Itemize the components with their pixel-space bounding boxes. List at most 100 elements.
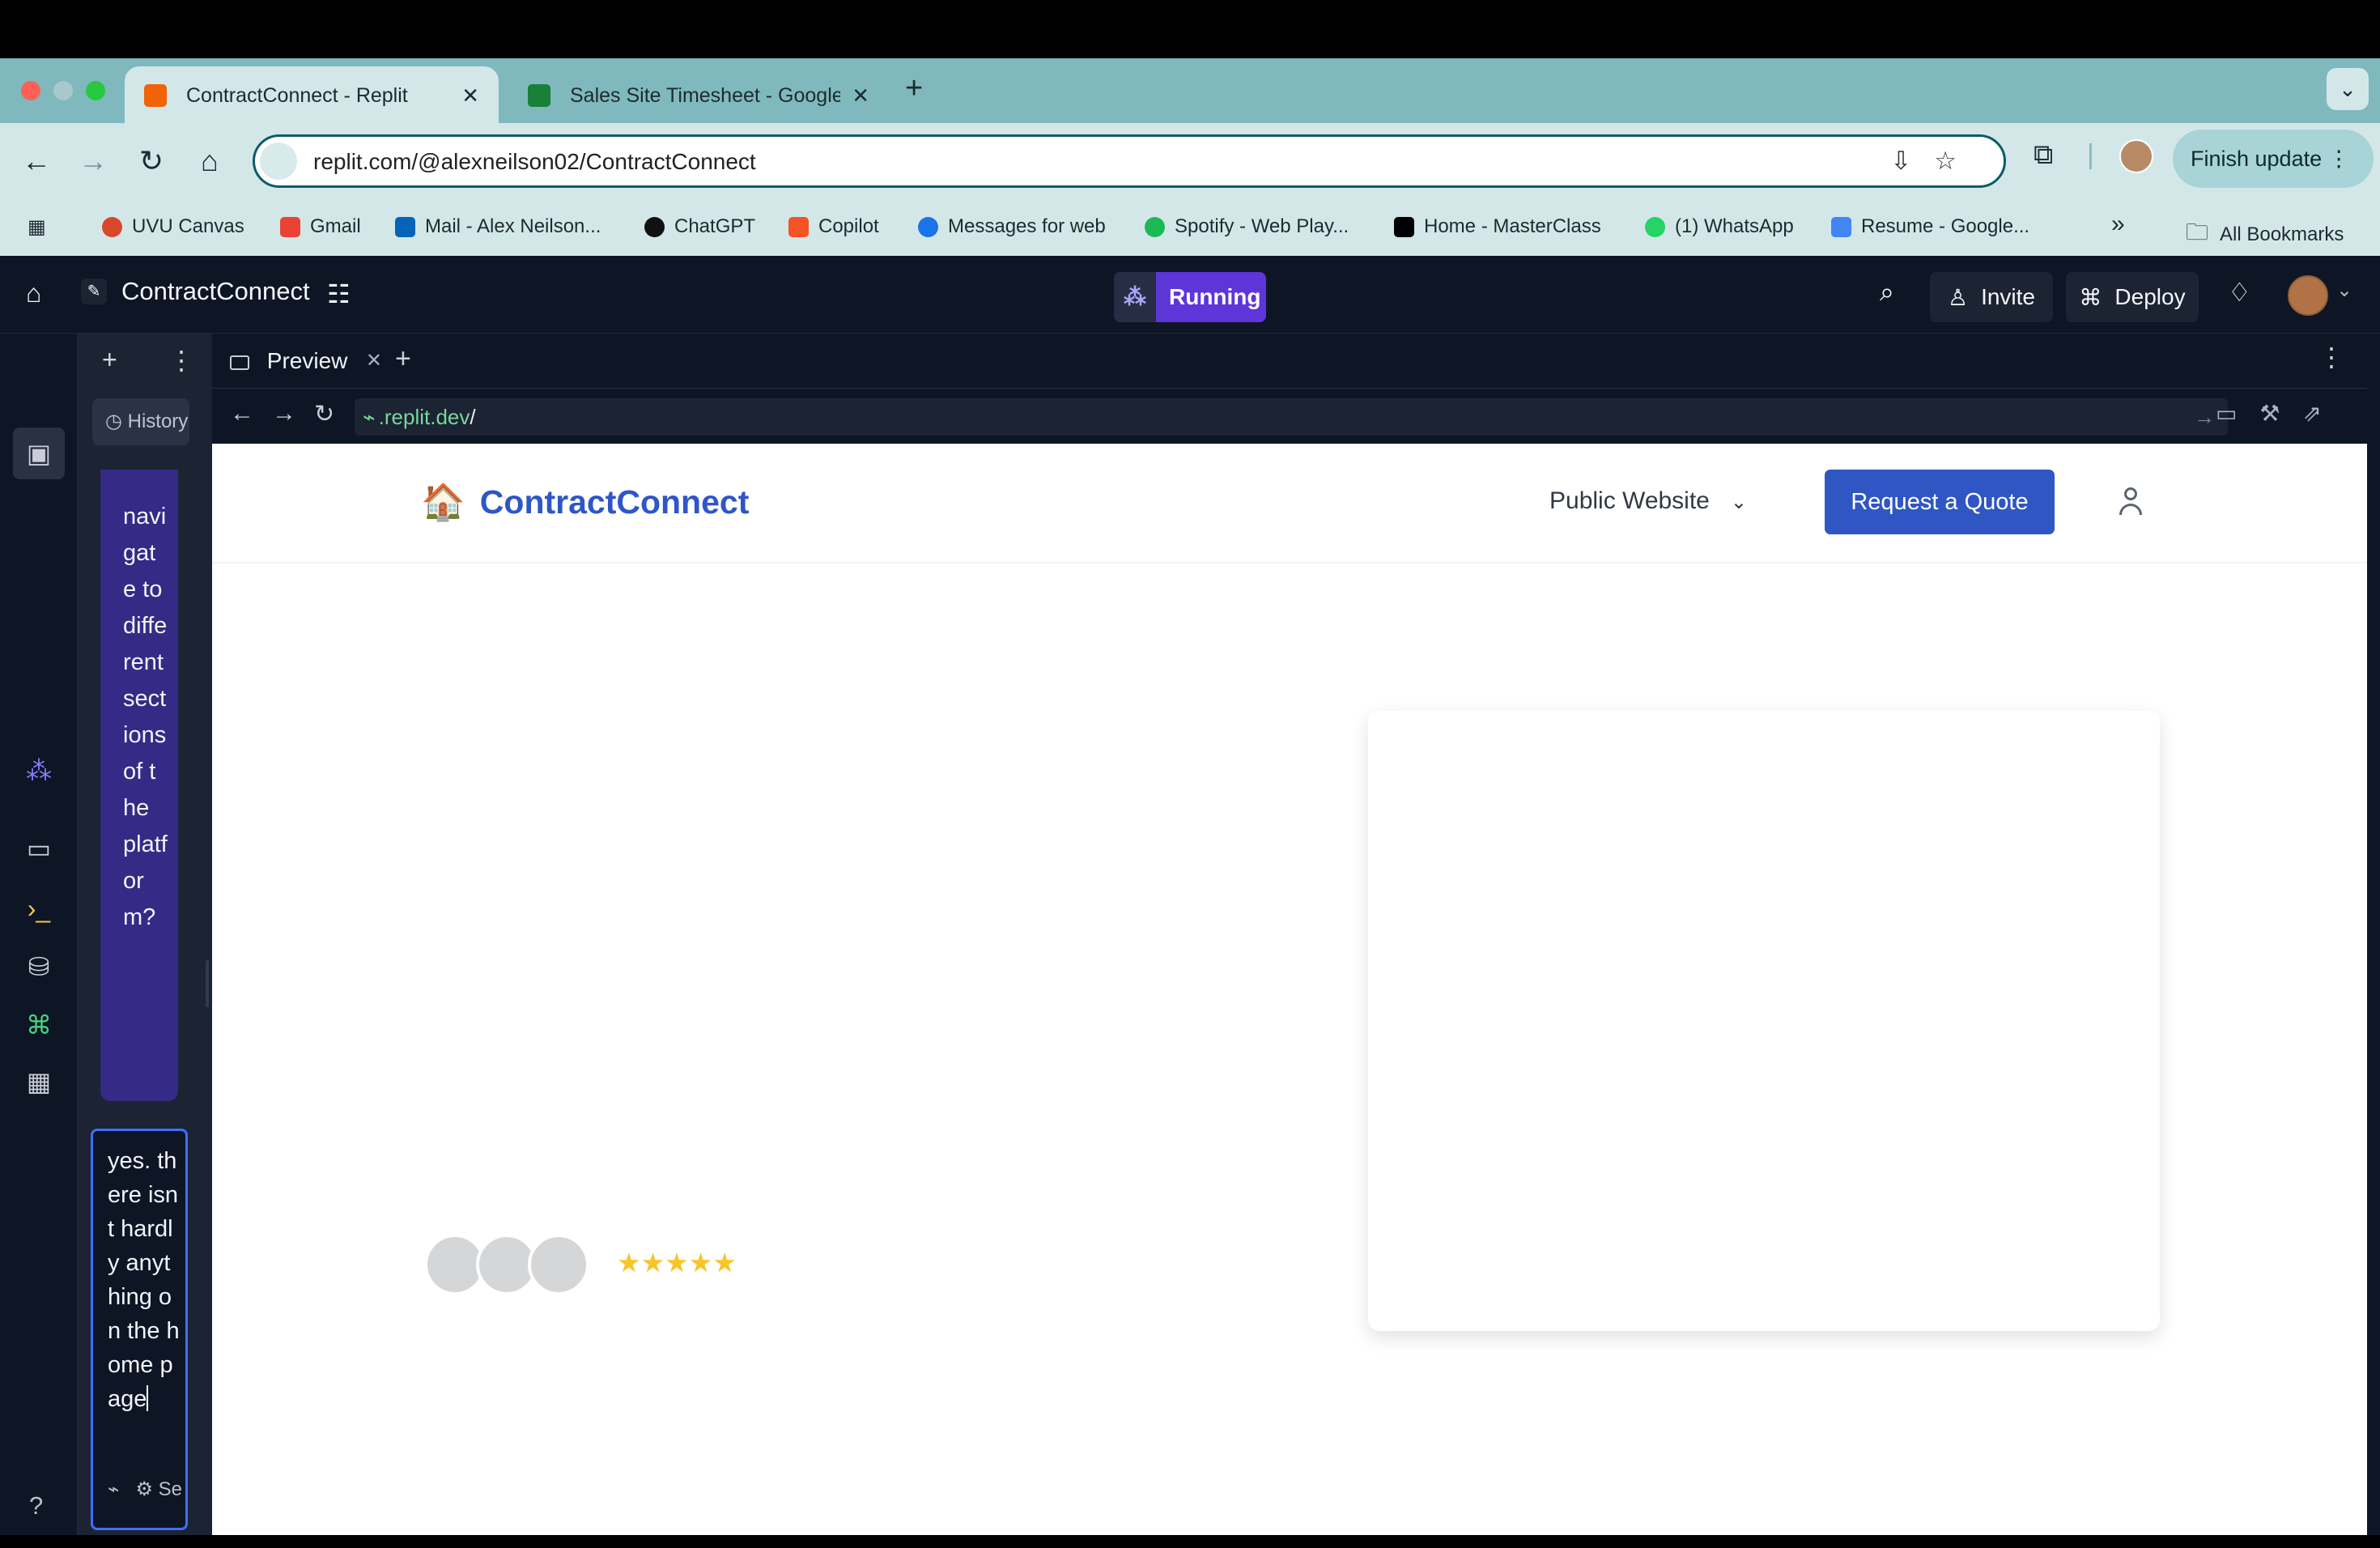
settings-icon[interactable]: ⚙ [135,1478,153,1500]
bookmark-chatgpt[interactable]: ChatGPT [644,215,755,238]
home-icon[interactable]: ⌂ [189,141,230,181]
user-account-icon[interactable] [2116,487,2145,517]
new-chat-icon[interactable]: + [102,345,117,375]
address-bar-url[interactable]: replit.com/@alexneilson02/ContractConnec… [313,149,756,175]
more-bookmarks-icon[interactable]: » [2111,211,2125,238]
chevron-down-icon[interactable]: ⌄ [2336,279,2352,302]
browser-profile-avatar[interactable] [2119,139,2153,173]
finish-update-button[interactable]: Finish update ⋮ [2173,130,2374,188]
close-window-button[interactable] [21,81,40,100]
add-tab-icon[interactable]: + [395,343,411,375]
settings-label[interactable]: Se [159,1478,182,1500]
chat-tools: ⌁ ⚙ Se [108,1478,182,1501]
public-website-dropdown[interactable]: Public Website ⌄ [1549,487,1747,515]
address-bar[interactable]: replit.com/@alexneilson02/ContractConnec… [253,134,2006,188]
avatar [528,1234,589,1295]
extensions-icon[interactable]: ⧉ [2034,139,2053,171]
history-button[interactable]: ◷ History [92,398,189,445]
files-icon[interactable]: ▣ [23,437,55,470]
close-tab-icon[interactable]: ✕ [852,83,869,108]
minimize-window-button[interactable] [53,81,73,100]
bookmark-label: Spotify - Web Play... [1175,215,1349,237]
close-tab-icon[interactable]: ✕ [461,83,479,108]
bookmarks-bar: ▦ UVU Canvas Gmail Mail - Alex Neilson..… [0,199,2380,256]
install-icon[interactable]: ⇩ [1890,147,1934,175]
bookmark-uvu-canvas[interactable]: UVU Canvas [102,215,244,238]
agent-icon: ⁂ [1114,272,1156,322]
toolbar-separator: | [2087,139,2094,170]
device-icon[interactable]: ▭ [2216,401,2259,426]
bookmark-whatsapp[interactable]: (1) WhatsApp [1645,215,1794,238]
screen: ContractConnect - Replit ✕ Sales Site Ti… [0,0,2380,1548]
tab-sheets[interactable]: Sales Site Timesheet - Google ✕ [508,66,889,125]
preview-back-icon[interactable]: ← [230,400,254,427]
bookmark-resume[interactable]: Resume - Google... [1831,215,2029,238]
database-icon[interactable]: ☷ [327,279,351,309]
more-options-icon[interactable]: ⋮ [2318,342,2344,372]
bookmark-star-icon[interactable]: ☆ [1934,147,1979,175]
running-label: Running [1169,284,1261,309]
notifications-icon[interactable]: ♢ [2228,277,2251,308]
bookmark-outlook[interactable]: Mail - Alex Neilson... [395,215,601,238]
site-header: 🏠 ContractConnect Public Website ⌄ Reques… [212,444,2367,563]
close-tab-icon[interactable]: ✕ [366,342,382,381]
chat-input[interactable]: yes. there isnt hardly anything on the h… [91,1129,188,1530]
tab-search-icon[interactable]: ⌄ [2327,68,2369,110]
resize-handle[interactable] [206,960,209,1007]
bookmark-label: Copilot [818,215,879,237]
new-tab-icon[interactable]: + [905,71,923,106]
more-options-icon[interactable]: ⋮ [168,345,194,376]
bookmark-gmail[interactable]: Gmail [280,215,361,238]
bookmark-masterclass[interactable]: Home - MasterClass [1394,215,1601,238]
help-icon[interactable]: ? [29,1491,43,1520]
request-quote-button[interactable]: Request a Quote [1825,470,2055,534]
zoom-window-button[interactable] [86,81,105,100]
project-title[interactable]: ✎ ContractConnect [81,277,310,306]
chat-input-value: yes. there isnt hardly anything on the h… [108,1148,180,1412]
apps-icon[interactable]: ▦ [28,215,46,239]
shell-icon[interactable]: ›_ [23,892,55,925]
bookmark-spotify[interactable]: Spotify - Web Play... [1145,215,1349,238]
chat-input-text[interactable]: yes. there isnt hardly anything on the h… [108,1144,181,1416]
finish-update-label: Finish update [2191,147,2323,171]
running-button[interactable]: ⁂ Running [1114,272,1266,322]
deployments-icon[interactable]: ⌘ [23,1009,55,1041]
forward-icon[interactable]: → [73,141,113,181]
tab-replit[interactable]: ContractConnect - Replit ✕ [125,66,499,125]
home-icon[interactable]: ⌂ [26,279,41,308]
devtools-icon[interactable]: ⚒ [2259,401,2302,426]
back-icon[interactable]: ← [16,141,57,181]
database-icon[interactable]: ⛁ [23,950,55,983]
panel-resizer[interactable] [202,334,212,1535]
all-tools-icon[interactable]: ▦ [23,1065,55,1098]
add-user-icon: ♙ [1947,284,1969,310]
tab-preview[interactable]: Preview ✕ [222,342,382,381]
bookmark-label: UVU Canvas [132,215,244,237]
deploy-button[interactable]: ⌘ Deploy [2066,272,2199,322]
reload-icon[interactable]: ↻ [131,141,172,181]
text-cursor [147,1385,149,1411]
bookmark-copilot[interactable]: Copilot [788,215,879,238]
search-icon[interactable]: ⌕ [1880,277,1894,308]
site-logo[interactable]: 🏠 ContractConnect [421,481,749,523]
preview-icon[interactable]: ▭ [23,832,55,865]
open-new-tab-icon[interactable]: ⇗ [2303,401,2344,426]
agent-icon[interactable]: ⁂ [23,755,55,787]
preview-url-bar[interactable]: ⌁ .replit.dev/ → [355,398,2228,436]
bookmark-messages[interactable]: Messages for web [918,215,1106,238]
user-avatar[interactable] [2288,275,2328,316]
tab-strip: ContractConnect - Replit ✕ Sales Site Ti… [0,58,2380,125]
preview-reload-icon[interactable]: ↻ [314,400,334,428]
left-nav: ▣ ⁂ ▭ ›_ ⛁ ⌘ ▦ [0,334,78,1535]
attach-icon[interactable]: ⌁ [108,1478,119,1500]
bookmark-label: Mail - Alex Neilson... [425,215,601,237]
invite-button[interactable]: ♙ Invite [1930,272,2053,322]
tab-title: ContractConnect - Replit [186,83,408,107]
site-info-icon[interactable] [260,142,297,180]
preview-url-path: / [470,405,476,429]
all-bookmarks-button[interactable]: 🗀 All Bookmarks [2186,215,2344,254]
folder-icon: 🗀 [2186,219,2209,245]
masterclass-icon [1394,216,1414,237]
go-icon[interactable]: → [2194,398,2215,436]
preview-forward-icon[interactable]: → [272,400,296,427]
